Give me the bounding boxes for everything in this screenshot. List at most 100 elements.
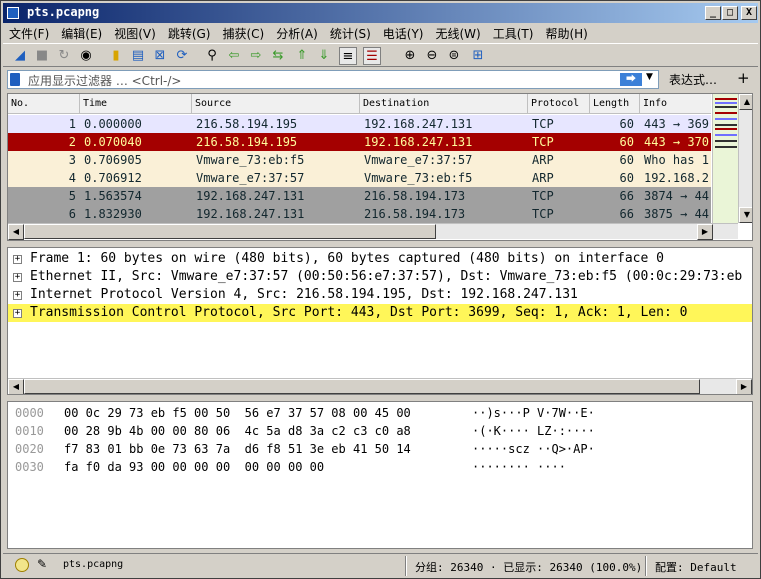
filter-dropdown-icon[interactable]: ▼ (646, 72, 653, 82)
status-profile[interactable]: 配置: Default (655, 559, 737, 575)
column-protocol[interactable]: Protocol (528, 94, 590, 114)
column-source[interactable]: Source (192, 94, 360, 114)
expand-icon[interactable]: + (13, 273, 22, 282)
close-button[interactable]: X (741, 6, 757, 20)
menu-analyze[interactable]: 分析(A) (270, 23, 324, 43)
hex-row[interactable]: 0000 00 0c 29 73 eb f5 00 50 56 e7 37 57 … (8, 404, 752, 422)
reload-file-icon[interactable]: ⟳ (173, 47, 191, 65)
packet-bytes-pane: 0000 00 0c 29 73 eb f5 00 50 56 e7 37 57 … (7, 401, 753, 549)
capture-options-icon[interactable]: ◉ (77, 47, 95, 65)
apply-filter-button[interactable]: ⮕ (620, 73, 642, 86)
display-filter-input[interactable]: 应用显示过滤器 … <Ctrl-/> ⮕ ▼ (7, 70, 659, 89)
packet-row[interactable]: 4 0.706912 Vmware_e7:37:57 Vmware_73:eb:f5 A… (8, 169, 711, 187)
expert-info-icon[interactable] (15, 558, 29, 572)
packet-row[interactable]: 5 1.563574 192.168.247.131 216.58.194.173 TC… (8, 187, 711, 205)
menu-edit[interactable]: 编辑(E) (55, 23, 108, 43)
packet-cell-dst: 216.58.194.173 (364, 189, 466, 203)
scroll-up-icon[interactable]: ▲ (739, 94, 752, 110)
filter-placeholder: 应用显示过滤器 … <Ctrl-/> (28, 74, 182, 88)
tree-item-tcp[interactable]: + Transmission Control Protocol, Src Por… (8, 304, 752, 322)
menu-statistics[interactable]: 统计(S) (324, 23, 377, 43)
maximize-button[interactable]: □ (722, 6, 738, 20)
hex-row[interactable]: 0030 fa f0 da 93 00 00 00 00 00 00 00 00 ·… (8, 458, 752, 476)
save-file-icon[interactable]: ▤ (129, 47, 147, 65)
packet-cell-no: 4 (68, 171, 76, 185)
capture-comment-icon[interactable]: ✎ (37, 557, 47, 571)
window-title: pts.pcapng (27, 5, 100, 19)
packet-cell-proto: ARP (532, 153, 554, 167)
go-back-icon[interactable]: ⇦ (225, 47, 243, 65)
scroll-left-icon[interactable]: ◀ (8, 224, 24, 240)
packet-row[interactable]: 1 0.000000 216.58.194.195 192.168.247.131 TC… (8, 115, 711, 133)
display-filter-bar: 应用显示过滤器 … <Ctrl-/> ⮕ ▼ 表达式… + (3, 69, 758, 91)
tree-item-ethernet[interactable]: + Ethernet II, Src: Vmware_e7:37:57 (00:… (8, 268, 752, 286)
packet-cell-proto: TCP (532, 135, 554, 149)
column-no[interactable]: No. (8, 94, 80, 114)
packet-cell-src: Vmware_e7:37:57 (196, 171, 305, 185)
open-file-icon[interactable]: ▮ (107, 47, 125, 65)
packet-cell-src: 192.168.247.131 (196, 207, 305, 221)
bookmark-icon[interactable] (10, 73, 20, 86)
packet-list-vscroll[interactable]: ▲ ▼ (738, 94, 752, 223)
expression-button[interactable]: 表达式… (669, 71, 717, 88)
packet-cell-len: 60 (619, 171, 634, 185)
menu-telephony[interactable]: 电话(Y) (377, 23, 430, 43)
scroll-left-icon[interactable]: ◀ (8, 379, 24, 394)
minimize-button[interactable]: _ (705, 6, 721, 20)
tree-item-ipv4[interactable]: + Internet Protocol Version 4, Src: 216.… (8, 286, 752, 304)
autoscroll-icon[interactable]: ≡ (339, 47, 357, 65)
packet-row[interactable]: 3 0.706905 Vmware_73:eb:f5 Vmware_e7:37:57 A… (8, 151, 711, 169)
hex-row[interactable]: 0020 f7 83 01 bb 0e 73 63 7a d6 f8 51 3e … (8, 440, 752, 458)
start-capture-icon[interactable]: ◢ (11, 47, 29, 65)
go-to-packet-icon[interactable]: ⇆ (269, 47, 287, 65)
close-file-icon[interactable]: ⊠ (151, 47, 169, 65)
find-packet-icon[interactable]: ⚲ (203, 47, 221, 65)
menu-wireless[interactable]: 无线(W) (430, 23, 487, 43)
hscroll-thumb[interactable] (24, 224, 436, 239)
colorize-icon[interactable]: ☰ (363, 47, 381, 65)
go-forward-icon[interactable]: ⇨ (247, 47, 265, 65)
tree-item-frame[interactable]: + Frame 1: 60 bytes on wire (480 bits), … (8, 250, 752, 268)
hex-row[interactable]: 0010 00 28 9b 4b 00 00 80 06 4c 5a d8 3a … (8, 422, 752, 440)
hscroll-thumb[interactable] (24, 379, 700, 394)
column-info[interactable]: Info (640, 94, 711, 114)
menu-capture[interactable]: 捕获(C) (216, 23, 270, 43)
menu-tools[interactable]: 工具(T) (487, 23, 540, 43)
packet-row[interactable]: 6 1.832930 192.168.247.131 216.58.194.173 TC… (8, 205, 711, 223)
go-last-icon[interactable]: ⇓ (315, 47, 333, 65)
expand-icon[interactable]: + (13, 291, 22, 300)
packet-row[interactable]: 2 0.070040 216.58.194.195 192.168.247.131 TC… (8, 133, 711, 151)
menu-view[interactable]: 视图(V) (108, 23, 162, 43)
packet-cell-no: 3 (68, 153, 76, 167)
zoom-out-icon[interactable]: ⊖ (423, 47, 441, 65)
go-first-icon[interactable]: ⇑ (293, 47, 311, 65)
menu-file[interactable]: 文件(F) (3, 23, 55, 43)
stop-capture-icon[interactable]: ■ (33, 47, 51, 65)
expand-icon[interactable]: + (13, 255, 22, 264)
packet-cell-no: 5 (68, 189, 76, 203)
add-filter-button[interactable]: + (737, 69, 750, 87)
hex-offset: 0030 (15, 460, 44, 474)
scroll-right-icon[interactable]: ▶ (697, 224, 713, 240)
column-destination[interactable]: Destination (360, 94, 528, 114)
expand-icon[interactable]: + (13, 309, 22, 318)
details-hscroll[interactable]: ◀ ▶ (8, 378, 752, 394)
packet-minimap[interactable] (712, 94, 738, 223)
resize-columns-icon[interactable]: ⊞ (469, 47, 487, 65)
packet-cell-info: 443 → 370 (644, 135, 710, 149)
menu-help[interactable]: 帮助(H) (539, 23, 593, 43)
column-length[interactable]: Length (590, 94, 640, 114)
packet-cell-time: 0.706905 (84, 153, 142, 167)
wireshark-window: pts.pcapng _ □ X 文件(F) 编辑(E) 视图(V) 跳转(G) 捕获(… (0, 0, 761, 579)
packet-list-hscroll[interactable]: ◀ ▶ (8, 223, 738, 240)
hex-offset: 0020 (15, 442, 44, 456)
restart-capture-icon[interactable]: ↻ (55, 47, 73, 65)
zoom-in-icon[interactable]: ⊕ (401, 47, 419, 65)
column-time[interactable]: Time (80, 94, 192, 114)
tree-item-label: Internet Protocol Version 4, Src: 216.58… (30, 287, 578, 302)
main-toolbar: ◢ ■ ↻ ◉ ▮ ▤ ⊠ ⟳ ⚲ ⇦ ⇨ ⇆ ⇑ ⇓ ≡ ☰ ⊕ ⊖ ⊜ ⊞ (3, 43, 758, 67)
zoom-reset-icon[interactable]: ⊜ (445, 47, 463, 65)
scroll-down-icon[interactable]: ▼ (739, 207, 752, 223)
menu-go[interactable]: 跳转(G) (162, 23, 217, 43)
scroll-right-icon[interactable]: ▶ (736, 379, 752, 394)
